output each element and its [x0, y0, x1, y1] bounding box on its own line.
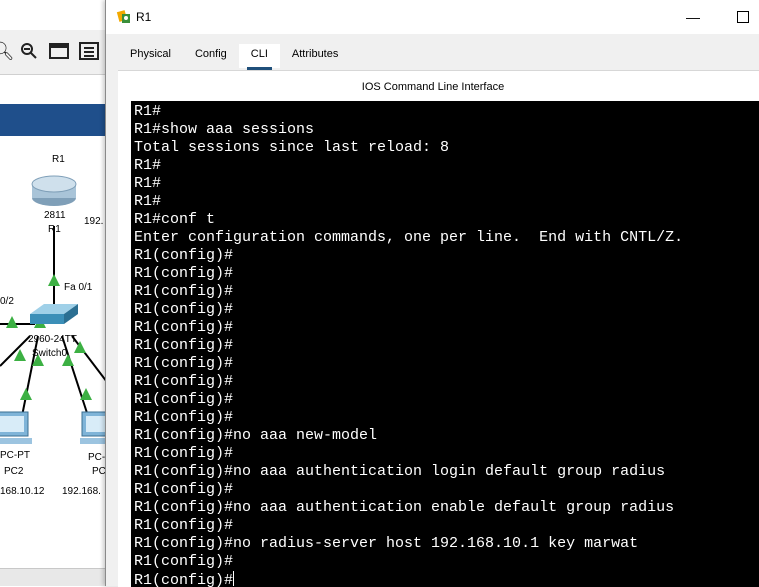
terminal-line: Enter configuration commands, one per li…: [134, 229, 684, 246]
terminal-line: R1(config)#no aaa authentication enable …: [134, 499, 675, 516]
pc1-name-label: PC2: [4, 466, 24, 477]
terminal-line: R1(config)#: [134, 391, 234, 408]
pc2-name-label: PC: [92, 466, 106, 477]
switch-name-label: Switch0: [32, 348, 68, 359]
terminal[interactable]: R1# R1#show aaa sessions Total sessions si…: [131, 101, 759, 587]
workspace-bottom-bar: [0, 568, 110, 586]
zoom-in-icon[interactable]: 🔍︎: [0, 40, 14, 62]
terminal-line: R1#conf t: [134, 211, 216, 228]
router-port-label: Fa 0/1: [64, 282, 93, 293]
router-name-label: R1: [52, 154, 65, 165]
pc1-type-label: PC-PT: [0, 450, 30, 461]
terminal-line: Total sessions since last reload: 8: [134, 139, 450, 156]
switch-icon[interactable]: [30, 304, 78, 324]
switch-port-label: 0/2: [0, 296, 14, 307]
device-window: R1 — Physical Config CLI Attributes IOS …: [105, 0, 759, 587]
window-icon[interactable]: [48, 40, 70, 62]
list-icon[interactable]: [78, 40, 100, 62]
workspace-background: 🔍︎ R1 2811 R1 192. Fa 0/1 0/2 2960-24TT …: [0, 0, 110, 586]
tab-attributes[interactable]: Attributes: [279, 44, 351, 68]
terminal-line: R1(config)#: [134, 481, 234, 498]
tab-config[interactable]: Config: [182, 44, 239, 68]
window-title: R1: [136, 10, 152, 24]
terminal-line: R1#: [134, 103, 162, 120]
terminal-line: R1(config)#no radius-server host 192.168…: [134, 535, 639, 552]
terminal-line: R1(config)#: [134, 409, 234, 426]
terminal-line: R1(config)#: [134, 283, 234, 300]
device-tabs: Physical Config CLI Attributes: [118, 44, 351, 70]
pc2-ip-label: 192.168.: [62, 486, 101, 497]
terminal-line: R1(config)#: [134, 301, 234, 318]
section-title: IOS Command Line Interface: [361, 81, 505, 93]
terminal-line: R1(config)#: [134, 337, 234, 354]
terminal-input-line[interactable]: R1(config)#: [134, 571, 683, 587]
tab-physical[interactable]: Physical: [118, 44, 183, 68]
maximize-button[interactable]: [730, 4, 756, 30]
topology-canvas[interactable]: R1 2811 R1 192. Fa 0/1 0/2 2960-24TT Swi…: [0, 136, 110, 576]
window-titlebar[interactable]: R1 —: [106, 0, 759, 34]
terminal-line: R1(config)#: [134, 517, 234, 534]
pc-icon[interactable]: [0, 411, 32, 444]
workspace-toolbar: 🔍︎: [0, 30, 110, 75]
terminal-line: R1(config)#: [134, 355, 234, 372]
text-cursor: [233, 571, 235, 586]
terminal-line: R1(config)#no aaa new-model: [134, 427, 378, 444]
terminal-line: R1(config)#: [134, 445, 234, 462]
router-model-label: 2811: [44, 210, 66, 221]
terminal-line: R1(config)#: [134, 373, 234, 390]
cli-panel: IOS Command Line Interface R1# R1#show aa…: [118, 70, 759, 587]
router-label: R1: [48, 224, 61, 235]
router-ip-label: 192.: [84, 216, 104, 227]
terminal-line: R1(config)#no aaa authentication login d…: [134, 463, 666, 480]
terminal-line: R1(config)#: [134, 553, 234, 570]
tab-cli[interactable]: CLI: [238, 44, 280, 70]
terminal-line: R1(config)#: [134, 319, 234, 336]
workspace-header-bar: [0, 104, 110, 136]
terminal-line: R1#: [134, 175, 162, 192]
terminal-output: R1# R1#show aaa sessions Total sessions si…: [134, 103, 683, 587]
pc2-type-label: PC-: [88, 452, 106, 463]
router-icon[interactable]: [31, 175, 77, 206]
terminal-line: R1#: [134, 157, 162, 174]
switch-model-label: 2960-24TT: [28, 334, 77, 345]
zoom-out-icon[interactable]: [18, 40, 40, 62]
terminal-line: R1#: [134, 193, 162, 210]
packet-tracer-app-icon: [116, 10, 130, 23]
terminal-prompt: R1(config)#: [134, 572, 234, 587]
terminal-line: R1#show aaa sessions: [134, 121, 315, 138]
terminal-line: R1(config)#: [134, 265, 234, 282]
terminal-line: R1(config)#: [134, 247, 234, 264]
minimize-button[interactable]: —: [680, 4, 706, 30]
pc1-ip-label: 168.10.12: [0, 486, 45, 497]
maximize-icon: [737, 11, 749, 23]
